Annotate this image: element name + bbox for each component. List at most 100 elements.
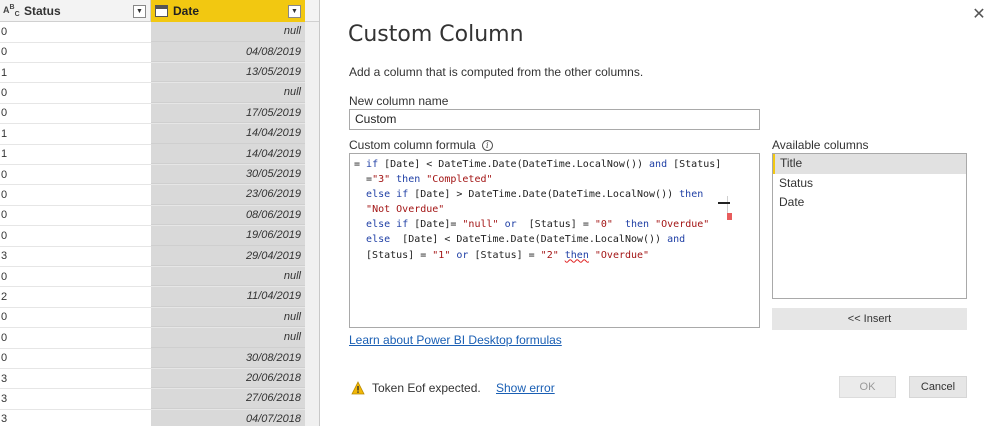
formula-label-row: Custom column formula i bbox=[349, 138, 493, 152]
formula-line: else if [Date] > DateTime.Date(DateTime.… bbox=[366, 189, 704, 201]
date-cell[interactable]: 20/06/2018 bbox=[151, 368, 305, 389]
table-row[interactable]: 0 08/06/2019 bbox=[0, 205, 319, 227]
status-cell[interactable]: 0 bbox=[0, 104, 151, 124]
status-cell[interactable]: 0 bbox=[0, 226, 151, 246]
column-header-label: Status bbox=[24, 4, 61, 18]
column-header-date[interactable]: Date ▼ bbox=[151, 0, 305, 22]
editor-error-marker bbox=[727, 213, 732, 220]
date-cell[interactable]: null bbox=[151, 328, 305, 348]
table-row[interactable]: 0 null bbox=[0, 22, 319, 43]
table-row[interactable]: 0 19/06/2019 bbox=[0, 226, 319, 247]
status-cell[interactable]: 0 bbox=[0, 348, 151, 368]
column-header-label: Date bbox=[173, 4, 200, 18]
status-cell[interactable]: 3 bbox=[0, 369, 151, 389]
table-row[interactable]: 0 04/08/2019 bbox=[0, 42, 319, 63]
date-cell[interactable]: 14/04/2019 bbox=[151, 124, 305, 144]
status-cell[interactable]: 1 bbox=[0, 144, 151, 164]
status-cell[interactable]: 0 bbox=[0, 83, 151, 103]
date-cell[interactable]: 30/05/2019 bbox=[151, 164, 305, 185]
date-cell[interactable]: 30/08/2019 bbox=[151, 348, 305, 368]
table-row[interactable]: 3 27/06/2018 bbox=[0, 389, 319, 410]
data-grid: ABC Status ▼ Date ▼ 0 null 0 04/08/2019 1 13/… bbox=[0, 0, 320, 426]
show-error-link[interactable]: Show error bbox=[496, 381, 555, 395]
date-cell[interactable]: null bbox=[151, 266, 305, 287]
date-cell[interactable]: 04/08/2019 bbox=[151, 42, 305, 62]
formula-line: else [Date] < DateTime.Date(DateTime.Loc… bbox=[366, 234, 686, 246]
table-row[interactable]: 3 20/06/2018 bbox=[0, 368, 319, 390]
formula-editor[interactable]: = if [Date] < DateTime.Date(DateTime.Loc… bbox=[349, 153, 760, 328]
formula-line: else if [Date]= "null" or [Status] = "0"… bbox=[366, 219, 710, 231]
status-cell[interactable]: 0 bbox=[0, 42, 151, 62]
status-cell[interactable]: 0 bbox=[0, 308, 151, 328]
column-header-status[interactable]: ABC Status ▼ bbox=[0, 0, 151, 22]
table-row[interactable]: 3 04/07/2018 bbox=[0, 409, 319, 426]
status-cell[interactable]: 0 bbox=[0, 267, 151, 287]
date-cell[interactable]: 11/04/2019 bbox=[151, 287, 305, 307]
formula-line: [Status] = "1" or [Status] = "2" then "O… bbox=[354, 249, 650, 261]
date-cell[interactable]: null bbox=[151, 22, 305, 42]
insert-button[interactable]: << Insert bbox=[772, 308, 967, 330]
grid-scroll-area[interactable] bbox=[305, 22, 319, 426]
date-cell[interactable]: 08/06/2019 bbox=[151, 205, 305, 226]
table-row[interactable]: 0 null bbox=[0, 307, 319, 329]
table-row[interactable]: 0 null bbox=[0, 328, 319, 349]
status-cell[interactable]: 3 bbox=[0, 246, 151, 266]
info-icon[interactable]: i bbox=[481, 139, 493, 151]
status-cell[interactable]: 0 bbox=[0, 328, 151, 348]
date-cell[interactable]: 19/06/2019 bbox=[151, 226, 305, 246]
date-cell[interactable]: 27/06/2018 bbox=[151, 389, 305, 409]
formula-line: ="3" then "Completed" bbox=[354, 174, 493, 186]
column-filter-dropdown-icon[interactable]: ▼ bbox=[133, 4, 146, 18]
status-cell[interactable]: 1 bbox=[0, 63, 151, 83]
formula-line: "Not Overdue" bbox=[366, 204, 445, 216]
status-cell[interactable]: 3 bbox=[0, 410, 151, 426]
column-filter-dropdown-icon[interactable]: ▼ bbox=[288, 4, 301, 18]
dialog-title: Custom Column bbox=[348, 22, 524, 47]
custom-column-dialog: ✕ Custom Column Add a column that is com… bbox=[320, 0, 998, 426]
close-icon[interactable]: ✕ bbox=[970, 6, 988, 24]
date-cell[interactable]: 29/04/2019 bbox=[151, 246, 305, 266]
table-row[interactable]: 1 14/04/2019 bbox=[0, 144, 319, 165]
date-cell[interactable]: null bbox=[151, 307, 305, 328]
status-cell[interactable]: 3 bbox=[0, 389, 151, 409]
date-cell[interactable]: null bbox=[151, 83, 305, 103]
date-cell[interactable]: 04/07/2018 bbox=[151, 409, 305, 426]
new-column-name-label: New column name bbox=[349, 94, 449, 108]
table-row[interactable]: 2 11/04/2019 bbox=[0, 287, 319, 308]
calendar-date-type-icon[interactable] bbox=[155, 5, 168, 17]
table-row[interactable]: 0 23/06/2019 bbox=[0, 185, 319, 206]
table-row[interactable]: 0 30/05/2019 bbox=[0, 164, 319, 186]
warning-icon bbox=[351, 381, 365, 395]
date-cell[interactable]: 17/05/2019 bbox=[151, 103, 305, 124]
ok-button[interactable]: OK bbox=[839, 376, 896, 398]
cancel-button[interactable]: Cancel bbox=[909, 376, 967, 398]
abc-text-type-icon[interactable]: ABC bbox=[3, 3, 20, 19]
available-columns-list[interactable]: Title Status Date bbox=[772, 153, 967, 299]
table-row[interactable]: 1 14/04/2019 bbox=[0, 124, 319, 145]
table-row[interactable]: 1 13/05/2019 bbox=[0, 62, 319, 84]
status-cell[interactable]: 0 bbox=[0, 165, 151, 185]
table-row[interactable]: 0 17/05/2019 bbox=[0, 103, 319, 125]
table-row[interactable]: 0 30/08/2019 bbox=[0, 348, 319, 369]
date-cell[interactable]: 14/04/2019 bbox=[151, 144, 305, 164]
table-row[interactable]: 0 null bbox=[0, 83, 319, 104]
date-cell[interactable]: 23/06/2019 bbox=[151, 185, 305, 205]
available-columns-label: Available columns bbox=[772, 138, 869, 152]
available-column-status[interactable]: Status bbox=[773, 174, 966, 194]
status-cell[interactable]: 1 bbox=[0, 124, 151, 144]
table-row[interactable]: 3 29/04/2019 bbox=[0, 246, 319, 267]
formula-line: = if [Date] < DateTime.Date(DateTime.Loc… bbox=[354, 159, 722, 170]
editor-cursor-marker bbox=[718, 202, 730, 204]
custom-column-formula-label: Custom column formula bbox=[349, 138, 476, 152]
status-cell[interactable]: 0 bbox=[0, 206, 151, 226]
new-column-name-input[interactable]: Custom bbox=[349, 109, 760, 130]
available-column-title[interactable]: Title bbox=[773, 154, 966, 174]
table-row[interactable]: 0 null bbox=[0, 266, 319, 288]
learn-formulas-link[interactable]: Learn about Power BI Desktop formulas bbox=[349, 333, 562, 347]
date-cell[interactable]: 13/05/2019 bbox=[151, 62, 305, 83]
status-cell[interactable]: 0 bbox=[0, 22, 151, 42]
status-cell[interactable]: 0 bbox=[0, 185, 151, 205]
status-cell[interactable]: 2 bbox=[0, 287, 151, 307]
available-column-date[interactable]: Date bbox=[773, 193, 966, 213]
dialog-subtitle: Add a column that is computed from the o… bbox=[349, 65, 644, 79]
